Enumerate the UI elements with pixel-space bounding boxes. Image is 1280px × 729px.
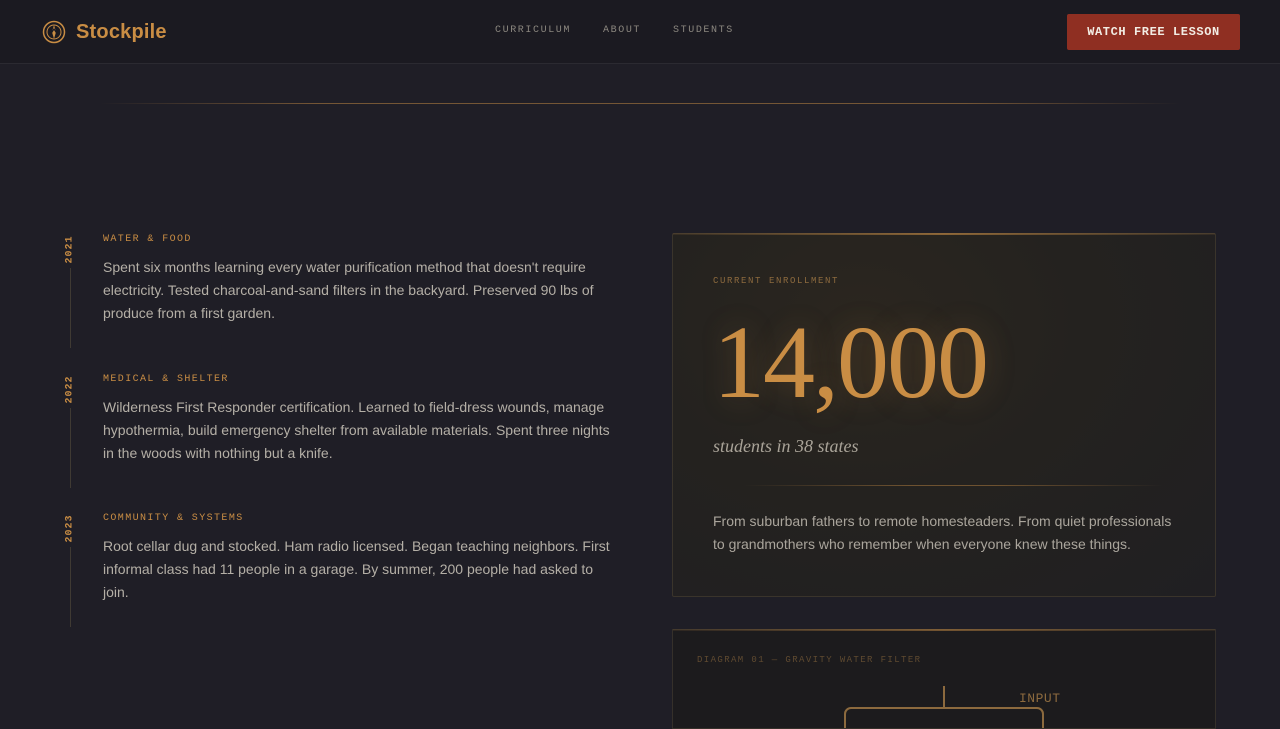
- brand-logo-link[interactable]: Stockpile: [42, 19, 167, 45]
- timeline-text: Spent six months learning every water pu…: [103, 259, 594, 321]
- water-filter-diagram: [844, 686, 1044, 728]
- timeline-year: 2022: [64, 374, 76, 404]
- timeline-line: [70, 547, 71, 627]
- timeline-label: MEDICAL & SHELTER: [103, 374, 229, 385]
- timeline-text: Wilderness First Responder certification…: [103, 399, 610, 461]
- enrollment-subtitle: students in 38 states: [713, 436, 859, 456]
- card-accent-line: [673, 233, 1215, 235]
- watch-free-lesson-button[interactable]: WATCH FREE LESSON: [1067, 14, 1240, 50]
- card-divider: [743, 485, 1163, 486]
- section-divider: [100, 103, 1180, 104]
- timeline-line: [70, 408, 71, 488]
- main-nav: CURRICULUM ABOUT STUDENTS: [495, 25, 734, 36]
- site-header: Stockpile CURRICULUM ABOUT STUDENTS WATC…: [0, 0, 1280, 64]
- diagram-input-label: INPUT: [1019, 691, 1061, 706]
- brand-name: Stockpile: [76, 20, 167, 43]
- filter-tank: [844, 707, 1044, 728]
- enrollment-eyebrow: CURRENT ENROLLMENT: [713, 276, 840, 286]
- timeline-text: Root cellar dug and stocked. Ham radio l…: [103, 538, 610, 600]
- nav-link-about[interactable]: ABOUT: [603, 25, 641, 36]
- nav-link-curriculum[interactable]: CURRICULUM: [495, 25, 571, 36]
- enrollment-count: 14,000: [713, 305, 989, 420]
- enrollment-description: From suburban fathers to remote homestea…: [713, 513, 1172, 552]
- timeline-year: 2023: [64, 513, 76, 543]
- enrollment-card: CURRENT ENROLLMENT 14,000 students in 38…: [672, 233, 1216, 597]
- compass-emblem-icon: [42, 20, 66, 44]
- diagram-card: DIAGRAM 01 — GRAVITY WATER FILTER INPUT: [672, 629, 1216, 729]
- timeline-year: 2021: [64, 234, 76, 264]
- timeline-line: [70, 268, 71, 348]
- timeline-label: COMMUNITY & SYSTEMS: [103, 513, 244, 524]
- timeline-label: WATER & FOOD: [103, 234, 192, 245]
- nav-link-students[interactable]: STUDENTS: [673, 25, 734, 36]
